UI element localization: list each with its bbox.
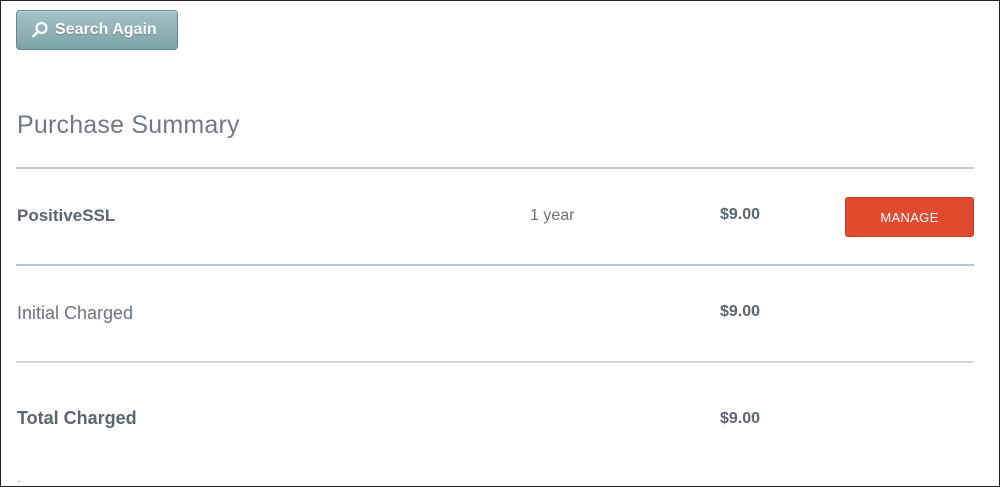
- divider: [16, 264, 974, 266]
- purchase-summary-page: Search Again Purchase Summary PositiveSS…: [0, 0, 1000, 487]
- search-icon: [31, 21, 49, 39]
- product-price: $9.00: [720, 206, 761, 223]
- page-title: Purchase Summary: [17, 111, 240, 139]
- total-charged-amount: $9.00: [720, 410, 761, 427]
- manage-button[interactable]: MANAGE: [845, 197, 974, 237]
- product-term: 1 year: [530, 207, 575, 224]
- search-again-button[interactable]: Search Again: [16, 10, 178, 50]
- dot-mark: [18, 481, 20, 482]
- product-name: PositiveSSL: [17, 206, 116, 225]
- divider: [16, 167, 974, 169]
- initial-charged-label: Initial Charged: [17, 303, 134, 323]
- total-charged-label: Total Charged: [17, 408, 137, 428]
- initial-charged-amount: $9.00: [720, 303, 761, 320]
- search-again-label: Search Again: [55, 21, 157, 38]
- divider: [16, 361, 974, 363]
